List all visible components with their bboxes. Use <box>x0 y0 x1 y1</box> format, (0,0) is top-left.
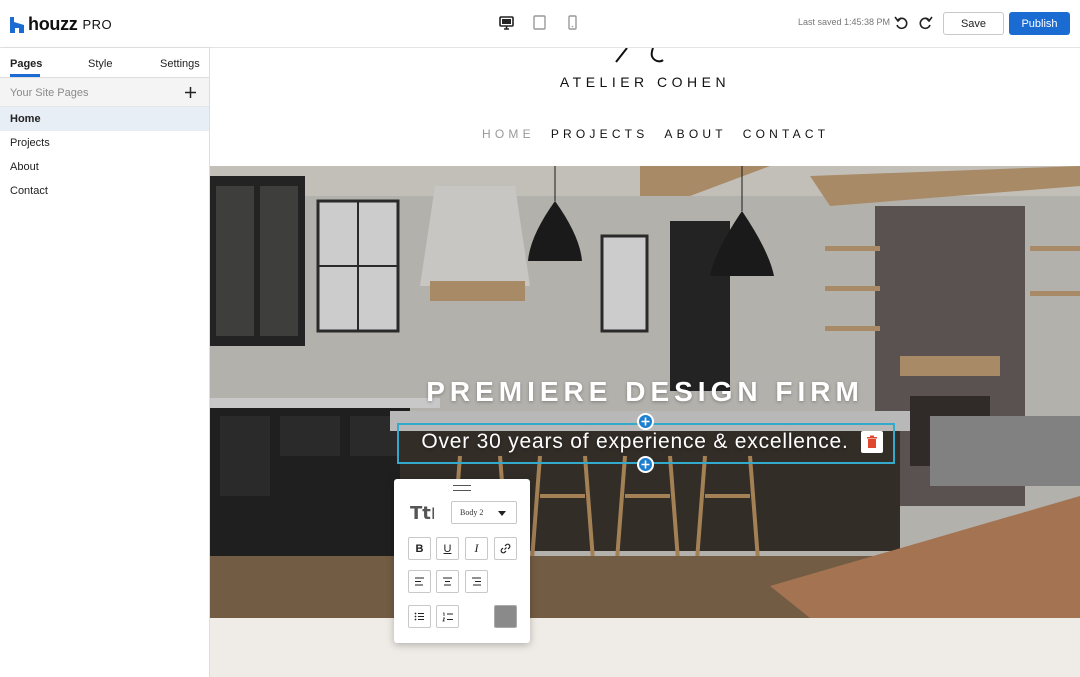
align-center-icon[interactable] <box>436 570 459 593</box>
text-style-value: Body 2 <box>460 508 484 517</box>
tablet-icon[interactable] <box>531 14 548 31</box>
bold-icon[interactable]: B <box>408 537 431 560</box>
publish-button[interactable]: Publish <box>1009 12 1070 35</box>
text-format-toolbar: TtI Body 2 B U I <box>394 479 530 643</box>
hero-subtitle[interactable]: Over 30 years of experience & excellence… <box>210 430 1060 454</box>
houzz-logo-icon <box>10 16 24 33</box>
sidebar-item-home[interactable]: Home <box>0 107 209 131</box>
device-switcher <box>498 14 581 31</box>
drag-handle-icon[interactable] <box>453 485 471 491</box>
next-section[interactable] <box>210 618 1080 677</box>
tab-style[interactable]: Style <box>88 58 112 70</box>
site-nav-contact[interactable]: CONTACT <box>743 127 830 141</box>
align-left-icon[interactable] <box>408 570 431 593</box>
houzz-pro-logo: houzz PRO <box>10 14 112 35</box>
undo-icon[interactable] <box>893 14 911 32</box>
mobile-icon[interactable] <box>564 14 581 31</box>
hero-section[interactable]: PREMIERE DESIGN FIRM Over 30 years of ex… <box>210 166 1080 618</box>
sidebar-tabs: Pages Style Settings <box>0 48 209 78</box>
desktop-icon[interactable] <box>498 14 515 31</box>
site-nav-about[interactable]: ABOUT <box>664 127 726 141</box>
text-style-select[interactable]: Body 2 <box>451 501 517 524</box>
add-page-icon[interactable] <box>184 86 197 99</box>
site-navigation: HOME PROJECTS ABOUT CONTACT <box>482 127 829 141</box>
site-canvas: ATELIER COHEN HOME PROJECTS ABOUT CONTAC… <box>210 48 1080 677</box>
site-logo-mark <box>615 48 664 63</box>
last-saved-status: Last saved 1:45:38 PM <box>798 17 891 27</box>
site-nav-projects[interactable]: PROJECTS <box>551 127 649 141</box>
bullet-list-icon[interactable] <box>408 605 431 628</box>
hero-title[interactable]: PREMIERE DESIGN FIRM <box>210 376 1080 408</box>
sidebar: Pages Style Settings Your Site Pages Hom… <box>0 48 210 677</box>
link-icon[interactable] <box>494 537 517 560</box>
site-nav-home[interactable]: HOME <box>482 127 535 141</box>
brand-name: houzz <box>28 14 78 34</box>
brand-suffix: PRO <box>82 17 113 32</box>
tab-settings[interactable]: Settings <box>160 58 200 70</box>
trash-icon[interactable] <box>861 431 883 453</box>
text-color-swatch[interactable] <box>494 605 517 628</box>
site-name[interactable]: ATELIER COHEN <box>210 74 1080 90</box>
active-tab-indicator <box>10 74 40 77</box>
site-pages-label: Your Site Pages <box>10 87 89 99</box>
add-section-above-icon[interactable] <box>637 413 654 430</box>
add-section-below-icon[interactable] <box>637 456 654 473</box>
numbered-list-icon[interactable] <box>436 605 459 628</box>
site-pages-header: Your Site Pages <box>0 78 209 107</box>
save-button[interactable]: Save <box>943 12 1004 35</box>
redo-icon[interactable] <box>916 14 934 32</box>
italic-icon[interactable]: I <box>465 537 488 560</box>
sidebar-item-projects[interactable]: Projects <box>0 131 209 155</box>
align-right-icon[interactable] <box>465 570 488 593</box>
underline-icon[interactable]: U <box>436 537 459 560</box>
tab-pages[interactable]: Pages <box>10 58 42 70</box>
chevron-down-icon <box>498 511 506 516</box>
sidebar-item-contact[interactable]: Contact <box>0 179 209 203</box>
sidebar-item-about[interactable]: About <box>0 155 209 179</box>
top-bar: houzz PRO Last saved 1:45:38 PM Save Pub… <box>0 0 1080 48</box>
text-type-icon: TtI <box>410 503 436 524</box>
